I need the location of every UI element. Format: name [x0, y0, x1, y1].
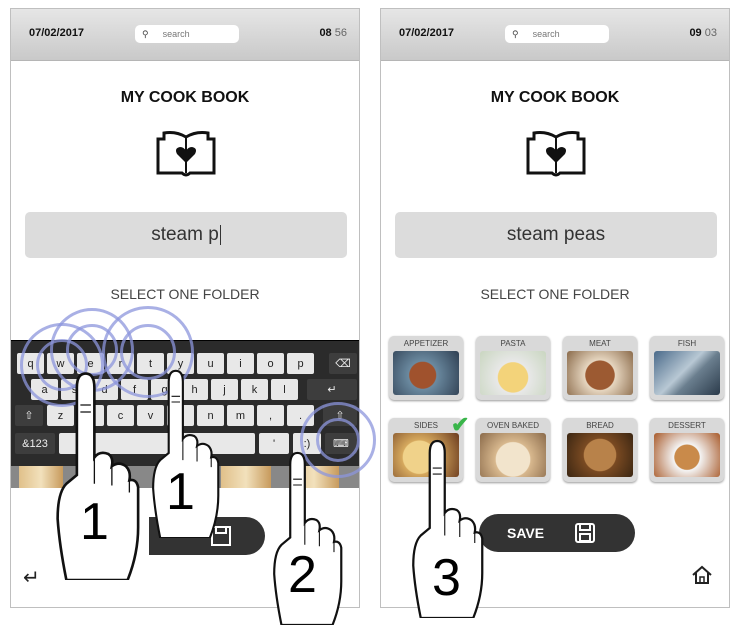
save-icon: [575, 523, 595, 543]
key-symbol[interactable]: ↵: [307, 379, 357, 400]
clock-minutes: 03: [704, 27, 717, 39]
cookbook-icon: [156, 131, 216, 177]
select-folder-label: SELECT ONE FOLDER: [110, 286, 260, 302]
recipe-name-value: steam p: [151, 224, 219, 245]
date-label: 07/02/2017: [29, 27, 85, 39]
folder-pasta[interactable]: PASTA: [476, 336, 550, 400]
key-symbol[interactable]: ,: [257, 405, 284, 426]
recipe-name-input[interactable]: steam peas: [395, 212, 717, 258]
folder-fish[interactable]: FISH: [650, 336, 724, 400]
step-number: 1: [166, 463, 195, 521]
step-number: 1: [80, 493, 109, 551]
folder-image: [654, 433, 720, 477]
folder-label: BREAD: [586, 421, 614, 430]
folder-image: [393, 351, 459, 395]
key-k[interactable]: k: [241, 379, 268, 400]
key-i[interactable]: i: [227, 353, 254, 374]
key-symbol[interactable]: ⇧: [15, 405, 43, 426]
step-number: 2: [288, 546, 317, 604]
search-placeholder: search: [532, 29, 560, 39]
folder-image: [654, 351, 720, 395]
search-icon: ⚲: [512, 28, 519, 39]
key-symbol[interactable]: ⌫: [329, 353, 357, 374]
folder-meat[interactable]: MEAT: [563, 336, 637, 400]
cookbook-icon: [526, 131, 586, 177]
folder-label: PASTA: [500, 339, 526, 348]
key-l[interactable]: l: [271, 379, 298, 400]
page-title: MY COOK BOOK: [490, 89, 620, 106]
page-title: MY COOK BOOK: [120, 89, 250, 106]
back-arrow-icon[interactable]: ↵: [23, 565, 40, 590]
folder-appetizer[interactable]: APPETIZER: [389, 336, 463, 400]
clock-hours: 08: [319, 27, 332, 39]
clock-minutes: 56: [334, 27, 347, 39]
folder-image: [567, 351, 633, 395]
folder-bread[interactable]: BREAD: [563, 418, 637, 482]
search-input[interactable]: ⚲ search: [505, 25, 609, 43]
folder-label: DESSERT: [668, 421, 706, 430]
folder-label: APPETIZER: [403, 339, 449, 348]
folder-label: FISH: [677, 339, 697, 348]
search-icon: ⚲: [142, 28, 149, 39]
search-input[interactable]: ⚲ search: [135, 25, 239, 43]
key-123[interactable]: &123: [15, 433, 55, 454]
clock: 08 56: [319, 27, 347, 39]
selected-check-icon: ✔: [451, 412, 470, 437]
key-m[interactable]: m: [227, 405, 254, 426]
date-label: 07/02/2017: [399, 27, 455, 39]
select-folder-label: SELECT ONE FOLDER: [480, 286, 630, 302]
folder-dessert[interactable]: DESSERT: [650, 418, 724, 482]
home-icon[interactable]: [691, 565, 713, 585]
recipe-name-value: steam peas: [506, 224, 606, 245]
key-p[interactable]: p: [287, 353, 314, 374]
status-bar: 07/02/2017 ⚲ search 08 56: [11, 9, 359, 61]
key-o[interactable]: o: [257, 353, 284, 374]
folder-label: MEAT: [589, 339, 611, 348]
search-placeholder: search: [162, 29, 190, 39]
folder-image: [480, 351, 546, 395]
save-label: SAVE: [507, 525, 545, 541]
clock-hours: 09: [689, 27, 702, 39]
status-bar: 07/02/2017 ⚲ search 09 03: [381, 9, 729, 61]
text-cursor: [219, 225, 221, 245]
step-number: 3: [432, 549, 461, 607]
save-button[interactable]: SAVE: [479, 514, 635, 552]
recipe-name-input[interactable]: steam p: [25, 212, 347, 258]
folder-label: OVEN BAKED: [486, 421, 539, 430]
folder-image: [567, 433, 633, 477]
clock: 09 03: [689, 27, 717, 39]
